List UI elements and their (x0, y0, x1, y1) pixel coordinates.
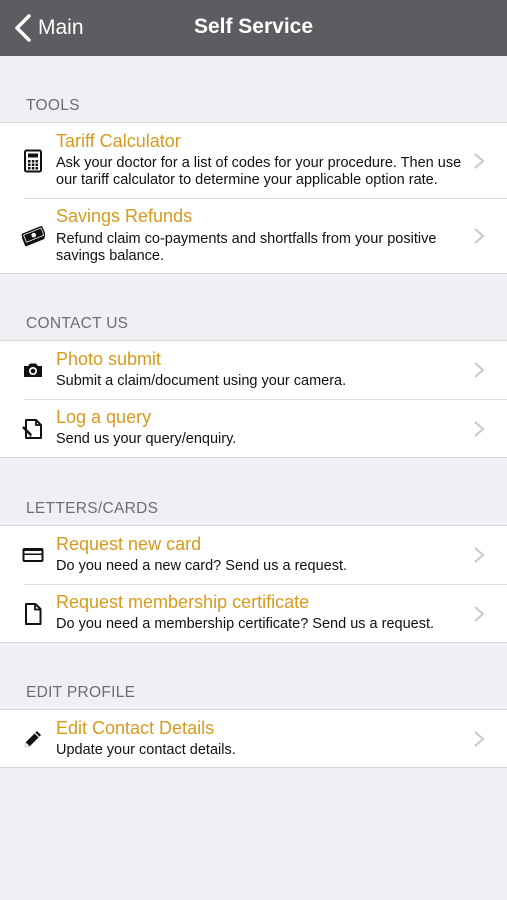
row-subtitle: Send us your query/enquiry. (56, 431, 237, 447)
list-item-request-membership-certificate[interactable]: Request membership certificate Do you ne… (0, 585, 507, 643)
chevron-right-icon (474, 228, 485, 244)
row-title: Photo submit (56, 349, 162, 369)
pencil-icon (20, 726, 46, 752)
tools-group: Tariff Calculator Ask your doctor for a … (0, 122, 507, 274)
row-title: Savings Refunds (56, 206, 193, 226)
row-title: Request membership certificate (56, 592, 310, 612)
list-item-photo-submit[interactable]: Photo submit Submit a claim/document usi… (0, 341, 507, 399)
camera-icon (20, 357, 46, 383)
chevron-right-icon (474, 606, 485, 622)
row-title: Request new card (56, 534, 202, 554)
row-subtitle: Refund claim co-payments and shortfalls … (56, 231, 437, 264)
row-subtitle: Submit a claim/document using your camer… (56, 373, 347, 389)
chevron-right-icon (474, 421, 485, 437)
list-item-request-new-card[interactable]: Request new card Do you need a new card?… (0, 526, 507, 584)
chevron-right-icon (474, 362, 485, 378)
row-subtitle: Update your contact details. (56, 742, 236, 758)
list-item-edit-contact-details[interactable]: Edit Contact Details Update your contact… (0, 710, 507, 768)
chevron-right-icon (474, 547, 485, 563)
row-title: Tariff Calculator (56, 131, 181, 151)
contact-us-group: Photo submit Submit a claim/document usi… (0, 340, 507, 458)
row-subtitle: Ask your doctor for a list of codes for … (56, 155, 462, 188)
edit-profile-group: Edit Contact Details Update your contact… (0, 709, 507, 768)
section-header-letters-cards: LETTERS/CARDS (26, 500, 159, 517)
list-item-log-a-query[interactable]: Log a query Send us your query/enquiry. (0, 400, 507, 458)
navigation-bar: Main Self Service (0, 0, 507, 56)
money-icon (20, 223, 46, 249)
chevron-right-icon (474, 731, 485, 747)
list-item-tariff-calculator[interactable]: Tariff Calculator Ask your doctor for a … (0, 123, 507, 198)
section-header-edit-profile: EDIT PROFILE (26, 684, 136, 701)
document-icon (20, 601, 46, 627)
row-title: Edit Contact Details (56, 718, 215, 738)
row-subtitle: Do you need a membership certificate? Se… (56, 616, 435, 632)
row-subtitle: Do you need a new card? Send us a reques… (56, 558, 347, 574)
list-item-savings-refunds[interactable]: Savings Refunds Refund claim co-payments… (0, 199, 507, 274)
card-icon (20, 542, 46, 568)
chevron-right-icon (474, 153, 485, 169)
edit-document-icon (20, 416, 46, 442)
page-title: Self Service (193, 15, 314, 38)
section-header-tools: TOOLS (26, 97, 80, 114)
calculator-icon (20, 148, 46, 174)
letters-cards-group: Request new card Do you need a new card?… (0, 525, 507, 643)
row-title: Log a query (56, 407, 152, 427)
section-header-contact-us: CONTACT US (26, 315, 129, 332)
